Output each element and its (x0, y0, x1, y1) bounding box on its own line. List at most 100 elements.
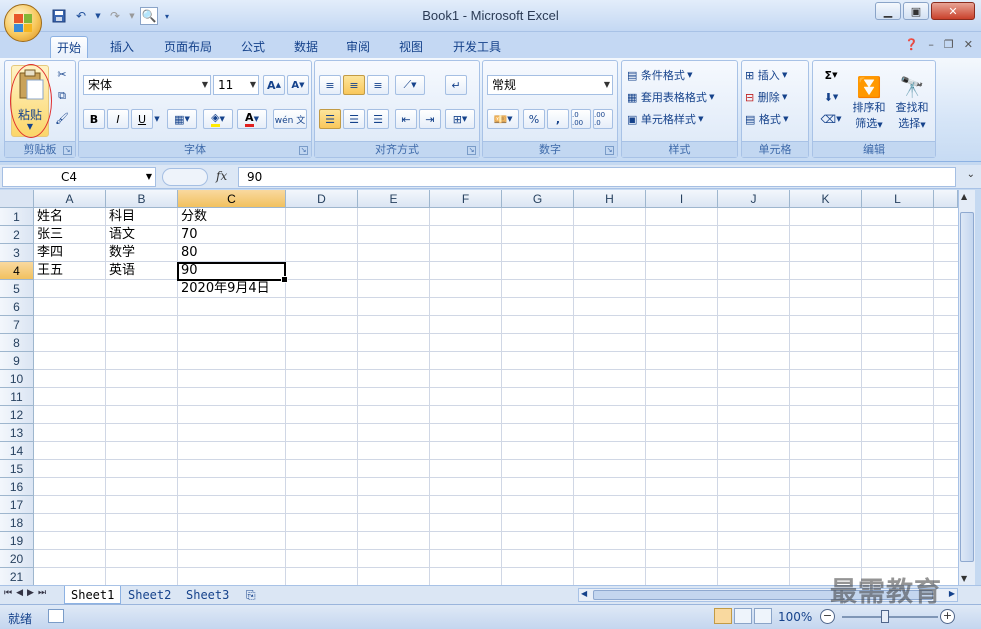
row-header-2[interactable]: 2 (0, 226, 34, 244)
last-sheet-icon[interactable]: ⏭ (38, 588, 46, 598)
column-header-f[interactable]: F (430, 190, 502, 208)
restore-button[interactable]: ▣ (903, 2, 929, 20)
chevron-down-icon[interactable]: ▼ (146, 168, 152, 186)
comma-button[interactable]: , (547, 109, 569, 129)
sheet-tab-2[interactable]: Sheet2 (122, 586, 177, 604)
zoom-level[interactable]: 100% (778, 610, 812, 624)
align-top-icon[interactable]: ≡ (319, 75, 341, 95)
row-header-5[interactable]: 5 (0, 280, 34, 298)
zoom-slider-thumb[interactable] (881, 610, 889, 623)
sheet-tab-3[interactable]: Sheet3 (180, 586, 235, 604)
bold-button[interactable]: B (83, 109, 105, 129)
font-launcher-icon[interactable]: ↘ (299, 146, 308, 155)
find-select-button[interactable]: 🔭 查找和 选择▼ (891, 65, 933, 141)
cell-c1[interactable]: 分数 (179, 208, 207, 226)
prev-sheet-icon[interactable]: ◀ (16, 588, 23, 598)
zoom-out-button[interactable]: − (820, 609, 835, 624)
vertical-scrollbar[interactable]: ▲ ▼ (958, 190, 975, 585)
row-header-15[interactable]: 15 (0, 460, 34, 478)
font-name-combo[interactable]: 宋体 ▼ (83, 75, 211, 95)
clipboard-launcher-icon[interactable]: ↘ (63, 146, 72, 155)
column-header-i[interactable]: I (646, 190, 718, 208)
align-left-icon[interactable]: ☰ (319, 109, 341, 129)
cut-icon[interactable]: ✂ (53, 65, 71, 83)
row-header-13[interactable]: 13 (0, 424, 34, 442)
workbook-restore-icon[interactable]: ❐ (944, 38, 954, 51)
cell-b4[interactable]: 英语 (107, 262, 135, 280)
tab-data[interactable]: 数据 (288, 36, 324, 58)
shrink-font-button[interactable]: A ▼ (287, 75, 309, 95)
align-bottom-icon[interactable]: ≡ (367, 75, 389, 95)
phonetic-guide-button[interactable]: wén 文 (273, 109, 307, 129)
cell-a1[interactable]: 姓名 (35, 208, 63, 226)
column-header-j[interactable]: J (718, 190, 790, 208)
workbook-minimize-icon[interactable]: – (928, 38, 934, 51)
column-header-d[interactable]: D (286, 190, 358, 208)
copy-icon[interactable]: ⧉ (53, 87, 71, 105)
cell-a2[interactable]: 张三 (35, 226, 63, 244)
zoom-slider[interactable] (842, 616, 938, 618)
row-header-14[interactable]: 14 (0, 442, 34, 460)
row-header-8[interactable]: 8 (0, 334, 34, 352)
conditional-format-button[interactable]: ▤ 条件格式 ▼ (626, 65, 734, 85)
font-size-combo[interactable]: 11 ▼ (213, 75, 259, 95)
decrease-decimal-button[interactable]: .00 .0 (593, 109, 613, 129)
row-header-9[interactable]: 9 (0, 352, 34, 370)
name-box[interactable]: C4 ▼ (2, 167, 156, 187)
underline-dropdown-icon[interactable]: ▼ (153, 109, 161, 129)
grow-font-button[interactable]: A ▲ (263, 75, 285, 95)
scroll-left-icon[interactable]: ◀ (581, 589, 587, 598)
row-header-19[interactable]: 19 (0, 532, 34, 550)
select-all-corner[interactable] (0, 190, 34, 208)
column-header-g[interactable]: G (502, 190, 574, 208)
zoom-in-button[interactable]: + (940, 609, 955, 624)
cell-b1[interactable]: 科目 (107, 208, 135, 226)
tab-insert[interactable]: 插入 (104, 36, 140, 58)
next-sheet-icon[interactable]: ▶ (27, 588, 34, 598)
number-format-combo[interactable]: 常规 ▼ (487, 75, 613, 95)
formula-input[interactable]: 90 (238, 167, 956, 187)
increase-decimal-button[interactable]: .0 .00 (571, 109, 591, 129)
column-header-a[interactable]: A (34, 190, 106, 208)
cell-c5[interactable]: 2020年9月4日 (179, 280, 270, 298)
row-header-18[interactable]: 18 (0, 514, 34, 532)
row-header-21[interactable]: 21 (0, 568, 34, 585)
border-button[interactable]: ▦ ▼ (167, 109, 197, 129)
cell-b3[interactable]: 数学 (107, 244, 135, 262)
column-header-k[interactable]: K (790, 190, 862, 208)
row-header-3[interactable]: 3 (0, 244, 34, 262)
number-launcher-icon[interactable]: ↘ (605, 146, 614, 155)
help-icon[interactable]: ❓ (905, 38, 919, 51)
align-middle-icon[interactable]: ≡ (343, 75, 365, 95)
page-layout-view-icon[interactable] (734, 608, 752, 624)
macro-record-icon[interactable] (48, 609, 64, 623)
column-header-c[interactable]: C (178, 190, 286, 208)
row-header-20[interactable]: 20 (0, 550, 34, 568)
insert-function-icon[interactable]: fx (216, 169, 227, 183)
scroll-right-icon[interactable]: ▶ (949, 589, 955, 598)
close-button[interactable]: ✕ (931, 2, 975, 20)
underline-button[interactable]: U (131, 109, 153, 129)
align-center-icon[interactable]: ☰ (343, 109, 365, 129)
page-break-view-icon[interactable] (754, 608, 772, 624)
decrease-indent-icon[interactable]: ⇤ (395, 109, 417, 129)
format-as-table-button[interactable]: ▦ 套用表格格式 ▼ (626, 87, 734, 107)
column-header-e[interactable]: E (358, 190, 430, 208)
sheet-tab-1[interactable]: Sheet1 (64, 586, 122, 604)
orientation-icon[interactable]: ⟋ ▼ (395, 75, 425, 95)
row-header-16[interactable]: 16 (0, 478, 34, 496)
tab-page-layout[interactable]: 页面布局 (158, 36, 218, 58)
align-right-icon[interactable]: ☰ (367, 109, 389, 129)
currency-icon[interactable]: 💴 ▼ (487, 109, 519, 129)
row-header-1[interactable]: 1 (0, 208, 34, 226)
italic-button[interactable]: I (107, 109, 129, 129)
row-header-6[interactable]: 6 (0, 298, 34, 316)
workbook-close-icon[interactable]: ✕ (964, 38, 973, 51)
format-cells-button[interactable]: ▤ 格式 ▼ (744, 109, 806, 129)
alignment-launcher-icon[interactable]: ↘ (467, 146, 476, 155)
row-header-7[interactable]: 7 (0, 316, 34, 334)
tab-formulas[interactable]: 公式 (235, 36, 271, 58)
format-painter-icon[interactable]: 🖌 (53, 109, 71, 127)
tab-home[interactable]: 开始 (50, 36, 89, 58)
sort-filter-button[interactable]: ⏬ 排序和 筛选▼ (849, 65, 889, 141)
